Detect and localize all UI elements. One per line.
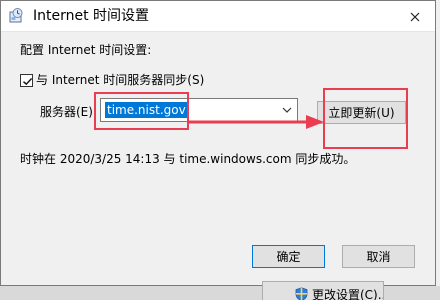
change-settings-label: 更改设置(C)... <box>312 288 384 300</box>
ok-button[interactable]: 确定 <box>252 245 325 268</box>
sync-status-text: 时钟在 2020/3/25 14:13 与 time.windows.com 同… <box>20 152 356 166</box>
window-title: Internet 时间设置 <box>33 8 150 24</box>
change-settings-button[interactable]: 更改设置(C)... <box>262 281 384 300</box>
globe-clock-icon <box>9 8 23 23</box>
sync-checkbox[interactable] <box>20 74 33 87</box>
section-label: 配置 Internet 时间设置: <box>20 43 152 57</box>
dialog-content: 配置 Internet 时间设置: 与 Internet 时间服务器同步(S) … <box>1 32 435 287</box>
internet-time-settings-dialog: Internet 时间设置 配置 Internet 时间设置: 与 Intern… <box>0 0 436 286</box>
cancel-button[interactable]: 取消 <box>342 245 415 268</box>
update-now-button[interactable]: 立即更新(U) <box>317 101 406 124</box>
server-value[interactable]: time.nist.gov <box>105 102 188 118</box>
title-bar: Internet 时间设置 <box>1 1 435 32</box>
server-select[interactable]: time.nist.gov <box>100 98 298 122</box>
server-label: 服务器(E): <box>40 105 97 119</box>
sync-checkbox-label[interactable]: 与 Internet 时间服务器同步(S) <box>36 72 204 88</box>
close-icon <box>410 12 420 21</box>
shield-icon <box>295 287 308 300</box>
close-button[interactable] <box>395 1 435 32</box>
check-icon <box>23 78 33 86</box>
chevron-down-icon[interactable] <box>277 99 297 121</box>
